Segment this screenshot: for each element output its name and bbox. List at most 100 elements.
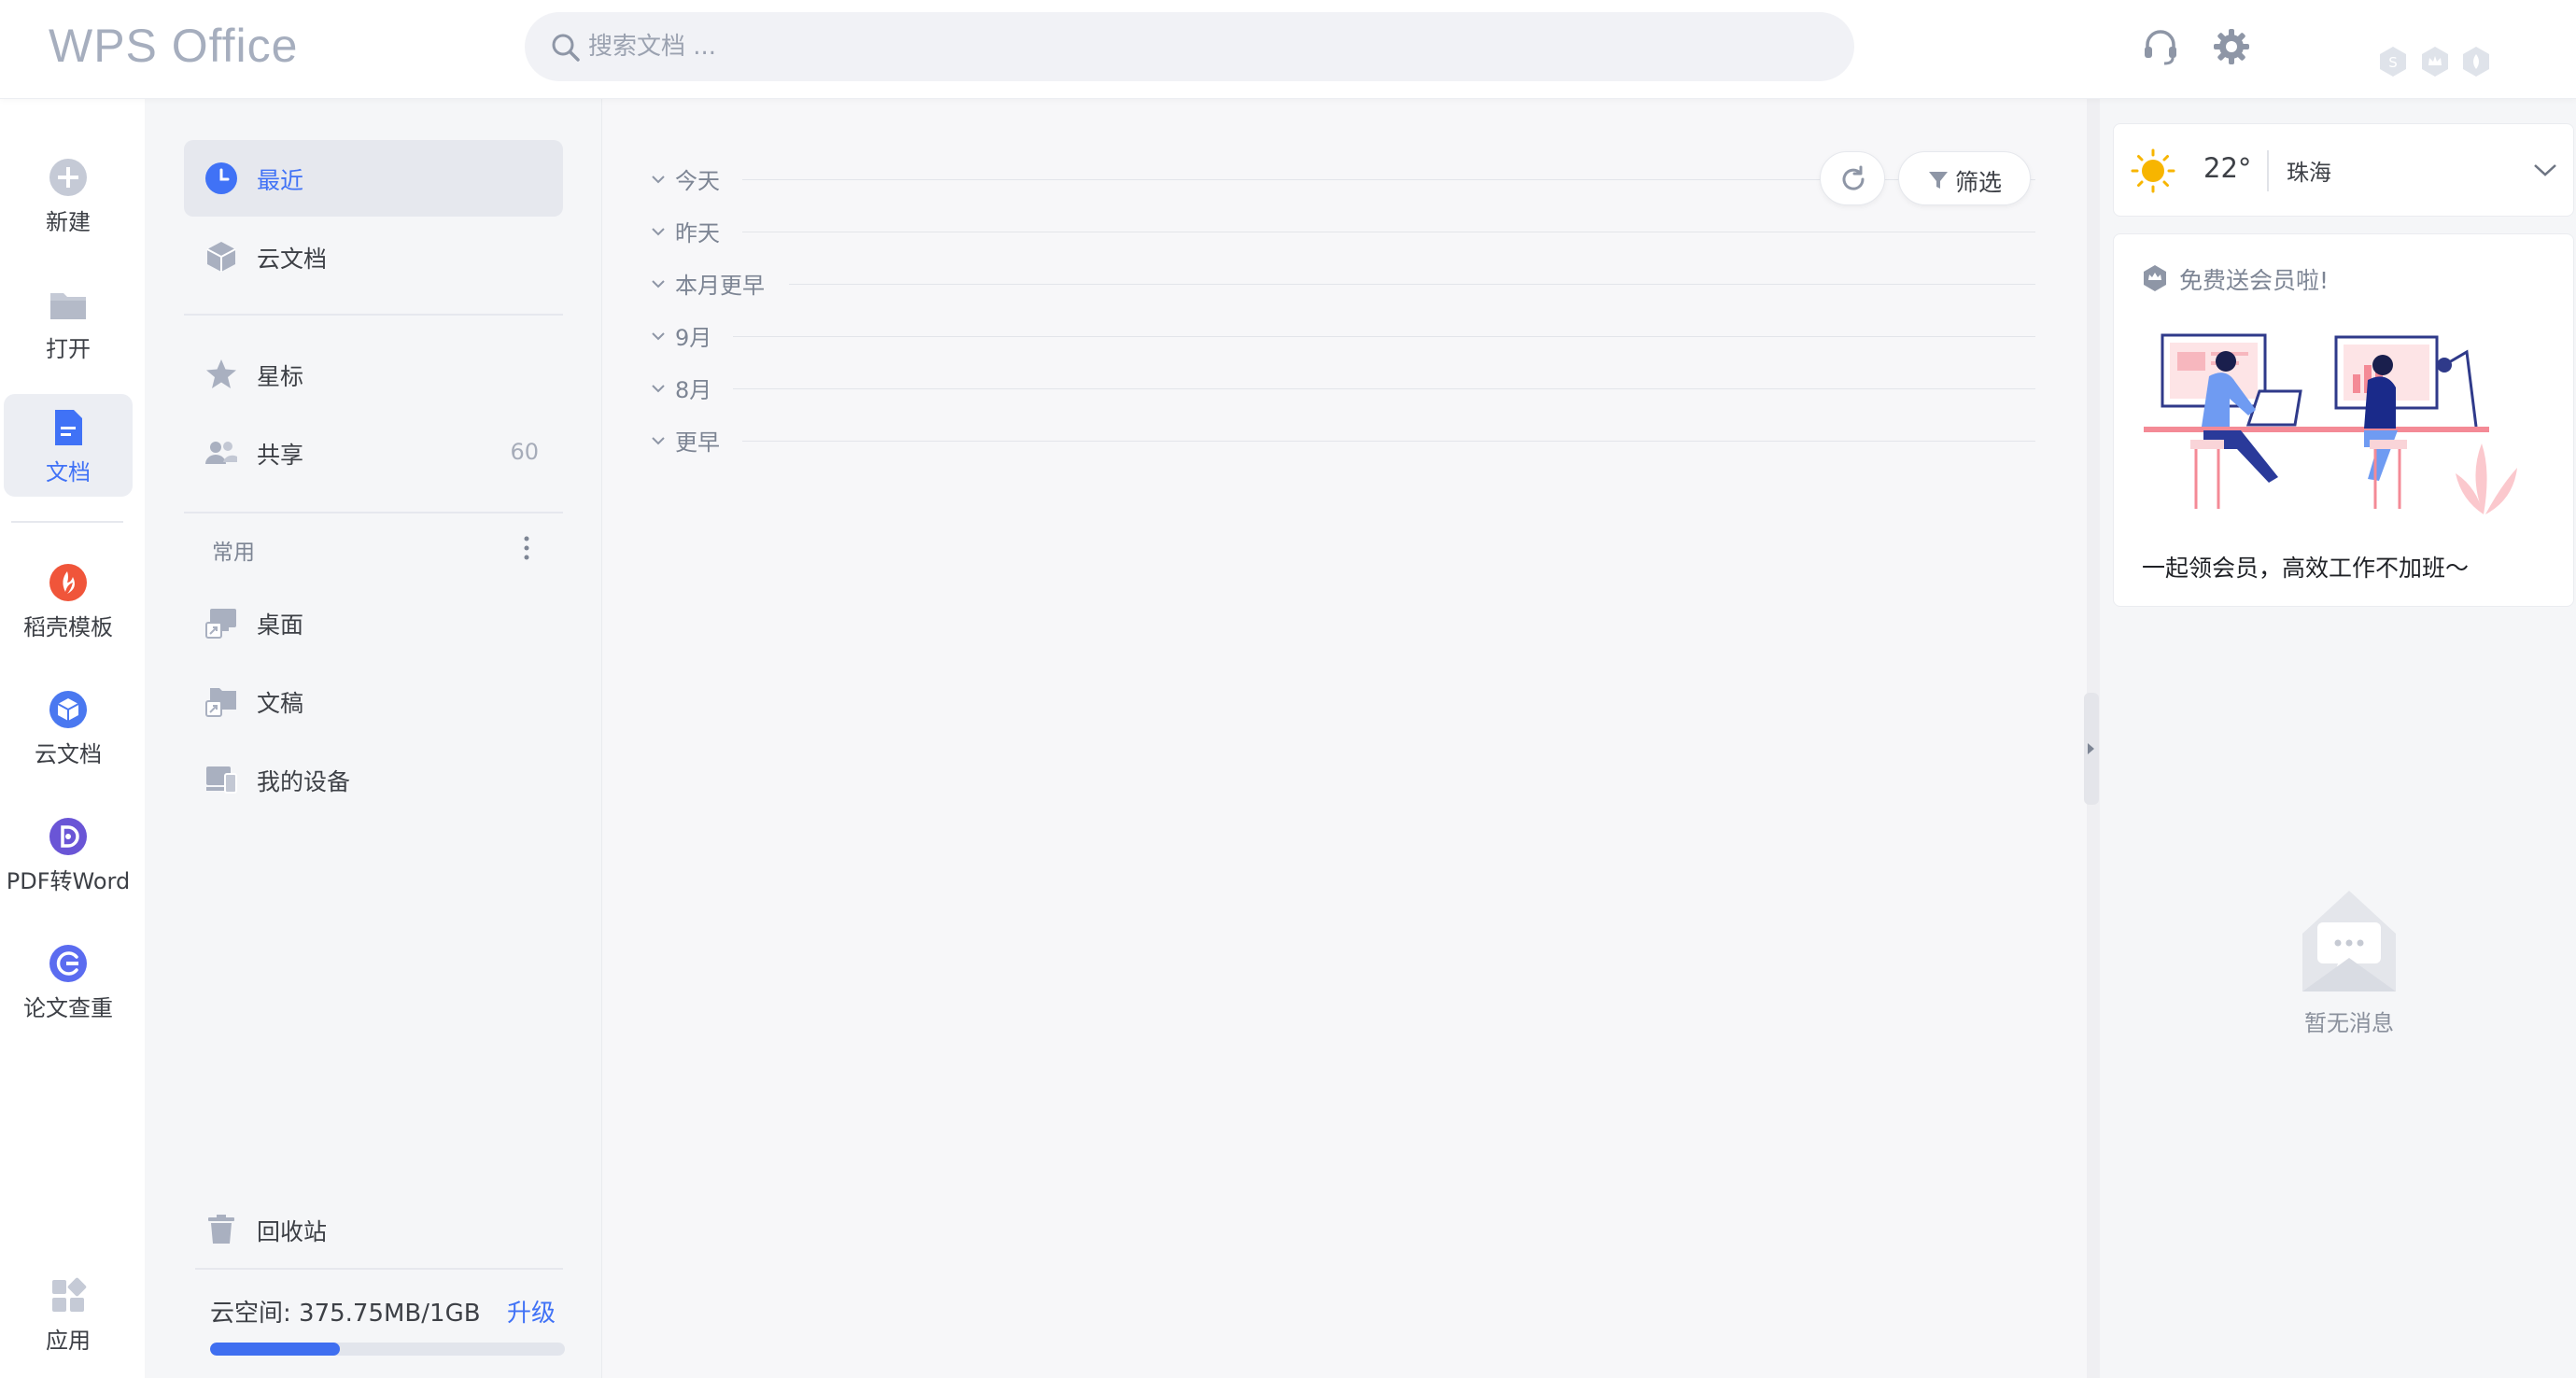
city-name: 珠海 xyxy=(2287,160,2331,186)
nav-paper-label: 论文查重 xyxy=(23,995,113,1021)
sidebar-item-shared[interactable]: 共享 60 xyxy=(184,415,563,491)
search-bar[interactable] xyxy=(525,12,1854,81)
cloud-box-icon xyxy=(49,691,87,728)
nav-apps-label: 应用 xyxy=(46,1328,91,1354)
sidebar-item-label: 云文档 xyxy=(257,246,328,273)
group-earlier-this-month[interactable]: 本月更早 xyxy=(649,265,2035,302)
sidebar-item-label: 文稿 xyxy=(257,690,304,717)
devices-icon xyxy=(206,766,237,794)
folder-shortcut-icon xyxy=(205,688,236,717)
headset-icon[interactable] xyxy=(2140,26,2181,67)
users-icon xyxy=(205,442,237,464)
desktop-shortcut-icon xyxy=(205,609,236,639)
group-divider xyxy=(733,388,2035,389)
cloud-space-progress xyxy=(210,1343,565,1356)
group-yesterday[interactable]: 昨天 xyxy=(649,213,2035,250)
refresh-icon xyxy=(1842,165,1865,190)
sidebar-item-desktop[interactable]: 桌面 xyxy=(184,584,563,661)
sidebar-divider xyxy=(184,512,563,513)
nav-paper-check[interactable]: 论文查重 xyxy=(4,930,133,1033)
clock-icon xyxy=(205,162,237,194)
sidebar-item-my-devices[interactable]: 我的设备 xyxy=(184,741,563,818)
app-window: WPS Office S xyxy=(0,0,2576,1378)
nav-pdf-to-word[interactable]: PDF转Word xyxy=(4,803,133,906)
member-badge-icon xyxy=(2144,265,2166,291)
document-icon xyxy=(55,410,82,445)
group-label: 8月 xyxy=(675,377,712,403)
group-label: 更早 xyxy=(675,429,720,456)
sidebar-item-label: 星标 xyxy=(257,363,304,390)
main-content: 今天 昨天 本月更早 9月 8月 更早 筛选 xyxy=(602,99,2087,1378)
nav-new[interactable]: 新建 xyxy=(4,144,133,246)
nav-cloud-docs[interactable]: 云文档 xyxy=(4,676,133,779)
nav-documents-label: 文档 xyxy=(46,459,91,485)
paper-check-icon xyxy=(49,945,87,982)
chevron-down-icon xyxy=(652,437,665,445)
star-icon xyxy=(206,359,236,388)
sidebar-item-label: 回收站 xyxy=(257,1218,328,1245)
promo-card[interactable]: 免费送会员啦! 一起领会员，高效工作不加班～ xyxy=(2113,233,2574,607)
upgrade-link[interactable]: 升级 xyxy=(507,1294,556,1329)
group-divider xyxy=(742,441,2035,442)
group-september[interactable]: 9月 xyxy=(649,317,2035,355)
nav-apps[interactable]: 应用 xyxy=(4,1262,133,1365)
promo-title: 免费送会员啦! xyxy=(2179,267,2330,294)
nav-divider xyxy=(11,521,123,523)
folder-icon xyxy=(50,293,86,319)
sidebar-item-starred[interactable]: 星标 xyxy=(184,336,563,413)
nav-open[interactable]: 打开 xyxy=(4,271,133,373)
nav-open-label: 打开 xyxy=(46,336,91,362)
apps-grid-icon xyxy=(52,1277,87,1312)
left-nav: 新建 打开 文档 稻壳模板 云文档 PDF转Word 论文查重 应用 xyxy=(0,99,145,1378)
sidebar-item-label: 最近 xyxy=(257,167,304,194)
shared-count: 60 xyxy=(510,439,539,465)
more-vertical-icon[interactable] xyxy=(522,534,531,562)
cloud-space-usage: 云空间: 375.75MB/1GB xyxy=(210,1300,481,1328)
filter-button[interactable]: 筛选 xyxy=(1898,151,2031,205)
group-label: 9月 xyxy=(675,325,712,351)
weather-widget[interactable]: 22° 珠海 xyxy=(2113,123,2574,217)
group-label: 今天 xyxy=(675,168,720,194)
collapse-panel-handle[interactable] xyxy=(2084,693,2099,805)
search-input[interactable] xyxy=(588,12,1802,81)
group-label: 本月更早 xyxy=(675,273,765,299)
docer-icon xyxy=(49,564,87,601)
nav-documents[interactable]: 文档 xyxy=(4,394,133,497)
chevron-down-icon[interactable] xyxy=(2532,162,2558,178)
svg-text:S: S xyxy=(2388,54,2398,71)
sidebar-item-label: 共享 xyxy=(257,442,304,469)
sidebar-item-label: 桌面 xyxy=(257,612,304,639)
filter-icon xyxy=(1929,172,1948,189)
nav-pdf-label: PDF转Word xyxy=(6,868,131,894)
doc-sidebar: 最近 云文档 星标 共享 60 常用 桌面 文稿 我的设备 回收站 云空间: 3… xyxy=(145,99,602,1378)
member-badge-docer-icon[interactable] xyxy=(2460,45,2492,78)
group-older[interactable]: 更早 xyxy=(649,422,2035,459)
chevron-down-icon xyxy=(652,385,665,393)
nav-docer-templates[interactable]: 稻壳模板 xyxy=(4,549,133,652)
sidebar-item-recycle-bin[interactable]: 回收站 xyxy=(184,1191,563,1268)
cloud-box-icon xyxy=(206,242,236,272)
sidebar-item-cloud-docs[interactable]: 云文档 xyxy=(184,218,563,295)
sidebar-item-recent[interactable]: 最近 xyxy=(184,140,563,217)
cloud-space-progress-fill xyxy=(210,1343,341,1356)
group-divider xyxy=(733,336,2035,337)
common-section-label: 常用 xyxy=(212,541,255,565)
filter-label: 筛选 xyxy=(1955,169,2003,196)
settings-gear-icon[interactable] xyxy=(2211,26,2252,67)
nav-cloud-label: 云文档 xyxy=(35,741,102,767)
chevron-down-icon xyxy=(652,280,665,288)
caret-right-icon xyxy=(2088,743,2094,754)
sidebar-item-drafts[interactable]: 文稿 xyxy=(184,663,563,739)
search-icon xyxy=(552,34,580,62)
no-messages-label: 暂无消息 xyxy=(2304,1010,2394,1036)
nav-new-label: 新建 xyxy=(46,209,91,235)
nav-docer-label: 稻壳模板 xyxy=(23,614,113,640)
app-title: WPS Office xyxy=(49,20,299,72)
office-workers-illustration xyxy=(2144,333,2517,514)
member-badge-crown-icon[interactable] xyxy=(2419,45,2451,78)
promo-description: 一起领会员，高效工作不加班～ xyxy=(2142,555,2470,582)
group-august[interactable]: 8月 xyxy=(649,370,2035,407)
member-badge-s-icon[interactable]: S xyxy=(2377,45,2409,78)
trash-icon xyxy=(208,1215,234,1244)
refresh-button[interactable] xyxy=(1820,151,1885,205)
